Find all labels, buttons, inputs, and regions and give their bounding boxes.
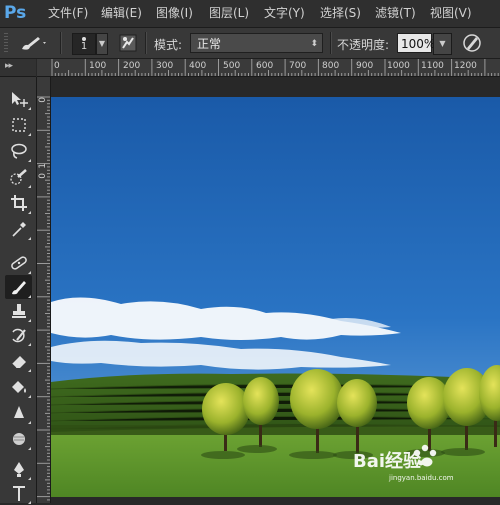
brush-panel-toggle[interactable] xyxy=(117,32,139,54)
menu-layer[interactable]: 图层(L) xyxy=(209,6,249,20)
tools.8[interactable] xyxy=(5,299,32,323)
ruler-label: 100 xyxy=(89,61,107,71)
mode-value: 正常 xyxy=(197,37,222,51)
opacity-label: 不透明度: xyxy=(337,38,390,52)
opacity-field[interactable]: 100% xyxy=(397,33,436,53)
ruler-label: 800 xyxy=(322,61,340,71)
tools.11[interactable] xyxy=(5,375,32,399)
tools.2[interactable] xyxy=(5,139,32,163)
brush-dot-icon xyxy=(82,37,86,41)
brush-preset-icon xyxy=(22,37,46,50)
tools.9[interactable] xyxy=(5,323,32,347)
type-tool-icon xyxy=(12,486,25,501)
options-separator xyxy=(330,32,332,54)
pen-tool-icon xyxy=(13,462,24,477)
tablet-pressure-icon xyxy=(463,34,481,52)
ruler-label: 200 xyxy=(123,61,141,71)
tools.14[interactable] xyxy=(5,457,32,481)
vruler-label: 0 xyxy=(38,97,48,103)
menu-edit[interactable]: 编辑(E) xyxy=(101,6,142,20)
options-separator xyxy=(60,32,62,54)
move-tool-icon xyxy=(11,92,28,107)
brush-size-dropdown[interactable]: ▼ xyxy=(96,33,108,55)
ruler-label: 1200 xyxy=(454,61,477,71)
paint-bucket-tool-icon xyxy=(11,381,26,393)
ruler-label: 500 xyxy=(223,61,241,71)
blur-tool-icon xyxy=(13,406,24,418)
vertical-ruler: 0 1 0 xyxy=(37,77,51,503)
tools.3[interactable] xyxy=(5,165,32,189)
dodge-tool-icon xyxy=(12,433,25,445)
brush-panel-icon xyxy=(119,34,137,52)
menu-filter[interactable]: 滤镜(T) xyxy=(375,6,416,20)
ruler-label: 400 xyxy=(189,61,207,71)
crop-tool-icon xyxy=(10,195,27,211)
tools-panel xyxy=(0,77,37,505)
brush-tool-icon xyxy=(11,281,26,295)
mode-label: 模式: xyxy=(154,38,183,52)
eyedropper-tool-icon xyxy=(11,222,26,237)
ruler-label: 1100 xyxy=(421,61,444,71)
opacity-value: 100% xyxy=(401,37,436,51)
quick-selection-tool-icon xyxy=(9,169,27,185)
tools.15[interactable] xyxy=(5,481,32,505)
vruler-label: 0 xyxy=(38,173,48,179)
updown-icon: ⬍ xyxy=(310,39,318,49)
menu-select[interactable]: 选择(S) xyxy=(320,6,361,20)
clone-stamp-tool-icon xyxy=(11,304,26,318)
vruler-ticks xyxy=(37,96,50,501)
tools.1[interactable] xyxy=(5,113,32,137)
eraser-tool-icon xyxy=(11,356,26,369)
ruler-label: 300 xyxy=(156,61,174,71)
menu-view[interactable]: 视图(V) xyxy=(430,6,472,20)
tools.12[interactable] xyxy=(5,401,32,425)
vruler-label: 1 xyxy=(38,163,48,169)
ruler-label: 900 xyxy=(356,61,374,71)
tools.6[interactable] xyxy=(5,251,32,275)
toolbar-header: ▸▸ xyxy=(0,59,36,77)
options-grip[interactable] xyxy=(4,33,8,53)
tool-preset-picker[interactable] xyxy=(16,32,50,54)
ruler-label: 700 xyxy=(289,61,307,71)
tools.10[interactable] xyxy=(5,349,32,373)
watermark-subtext: jingyan.baidu.com xyxy=(388,474,454,482)
brush-size-value: 1 xyxy=(80,41,88,52)
ruler-label: 0 xyxy=(54,61,60,71)
document-photo[interactable]: Bai经验 jingyan.baidu.com xyxy=(51,97,500,497)
mode-select[interactable]: 正常 ⬍ xyxy=(190,33,323,53)
watermark-text: Bai经验 xyxy=(353,450,422,472)
opacity-dropdown[interactable]: ▼ xyxy=(433,33,452,55)
pressure-opacity-toggle[interactable] xyxy=(460,32,484,54)
tools.7[interactable] xyxy=(5,275,32,299)
brush-size-field[interactable]: 1 xyxy=(72,33,96,55)
menu-image[interactable]: 图像(I) xyxy=(156,6,193,20)
tools.4[interactable] xyxy=(5,191,32,215)
lasso-tool-icon xyxy=(10,143,27,159)
tools.13[interactable] xyxy=(5,427,32,451)
ruler-label: 1000 xyxy=(387,61,410,71)
tools.0[interactable] xyxy=(5,87,32,111)
tools.5[interactable] xyxy=(5,217,32,241)
history-brush-tool-icon xyxy=(11,328,26,343)
spot-healing-tool-icon xyxy=(10,256,27,270)
menu-type[interactable]: 文字(Y) xyxy=(264,6,305,20)
marquee-tool-icon xyxy=(11,118,26,132)
horizontal-ruler: 0 100 200 300 400 500 600 700 800 900 10… xyxy=(37,59,500,77)
photoshop-logo: Ps xyxy=(4,3,27,23)
menu-bar: Ps 文件(F) 编辑(E) 图像(I) 图层(L) 文字(Y) 选择(S) 滤… xyxy=(0,0,500,28)
menu-file[interactable]: 文件(F) xyxy=(48,6,88,20)
ruler-label: 600 xyxy=(256,61,274,71)
options-separator xyxy=(145,32,147,54)
collapse-arrows-icon[interactable]: ▸▸ xyxy=(5,61,13,71)
